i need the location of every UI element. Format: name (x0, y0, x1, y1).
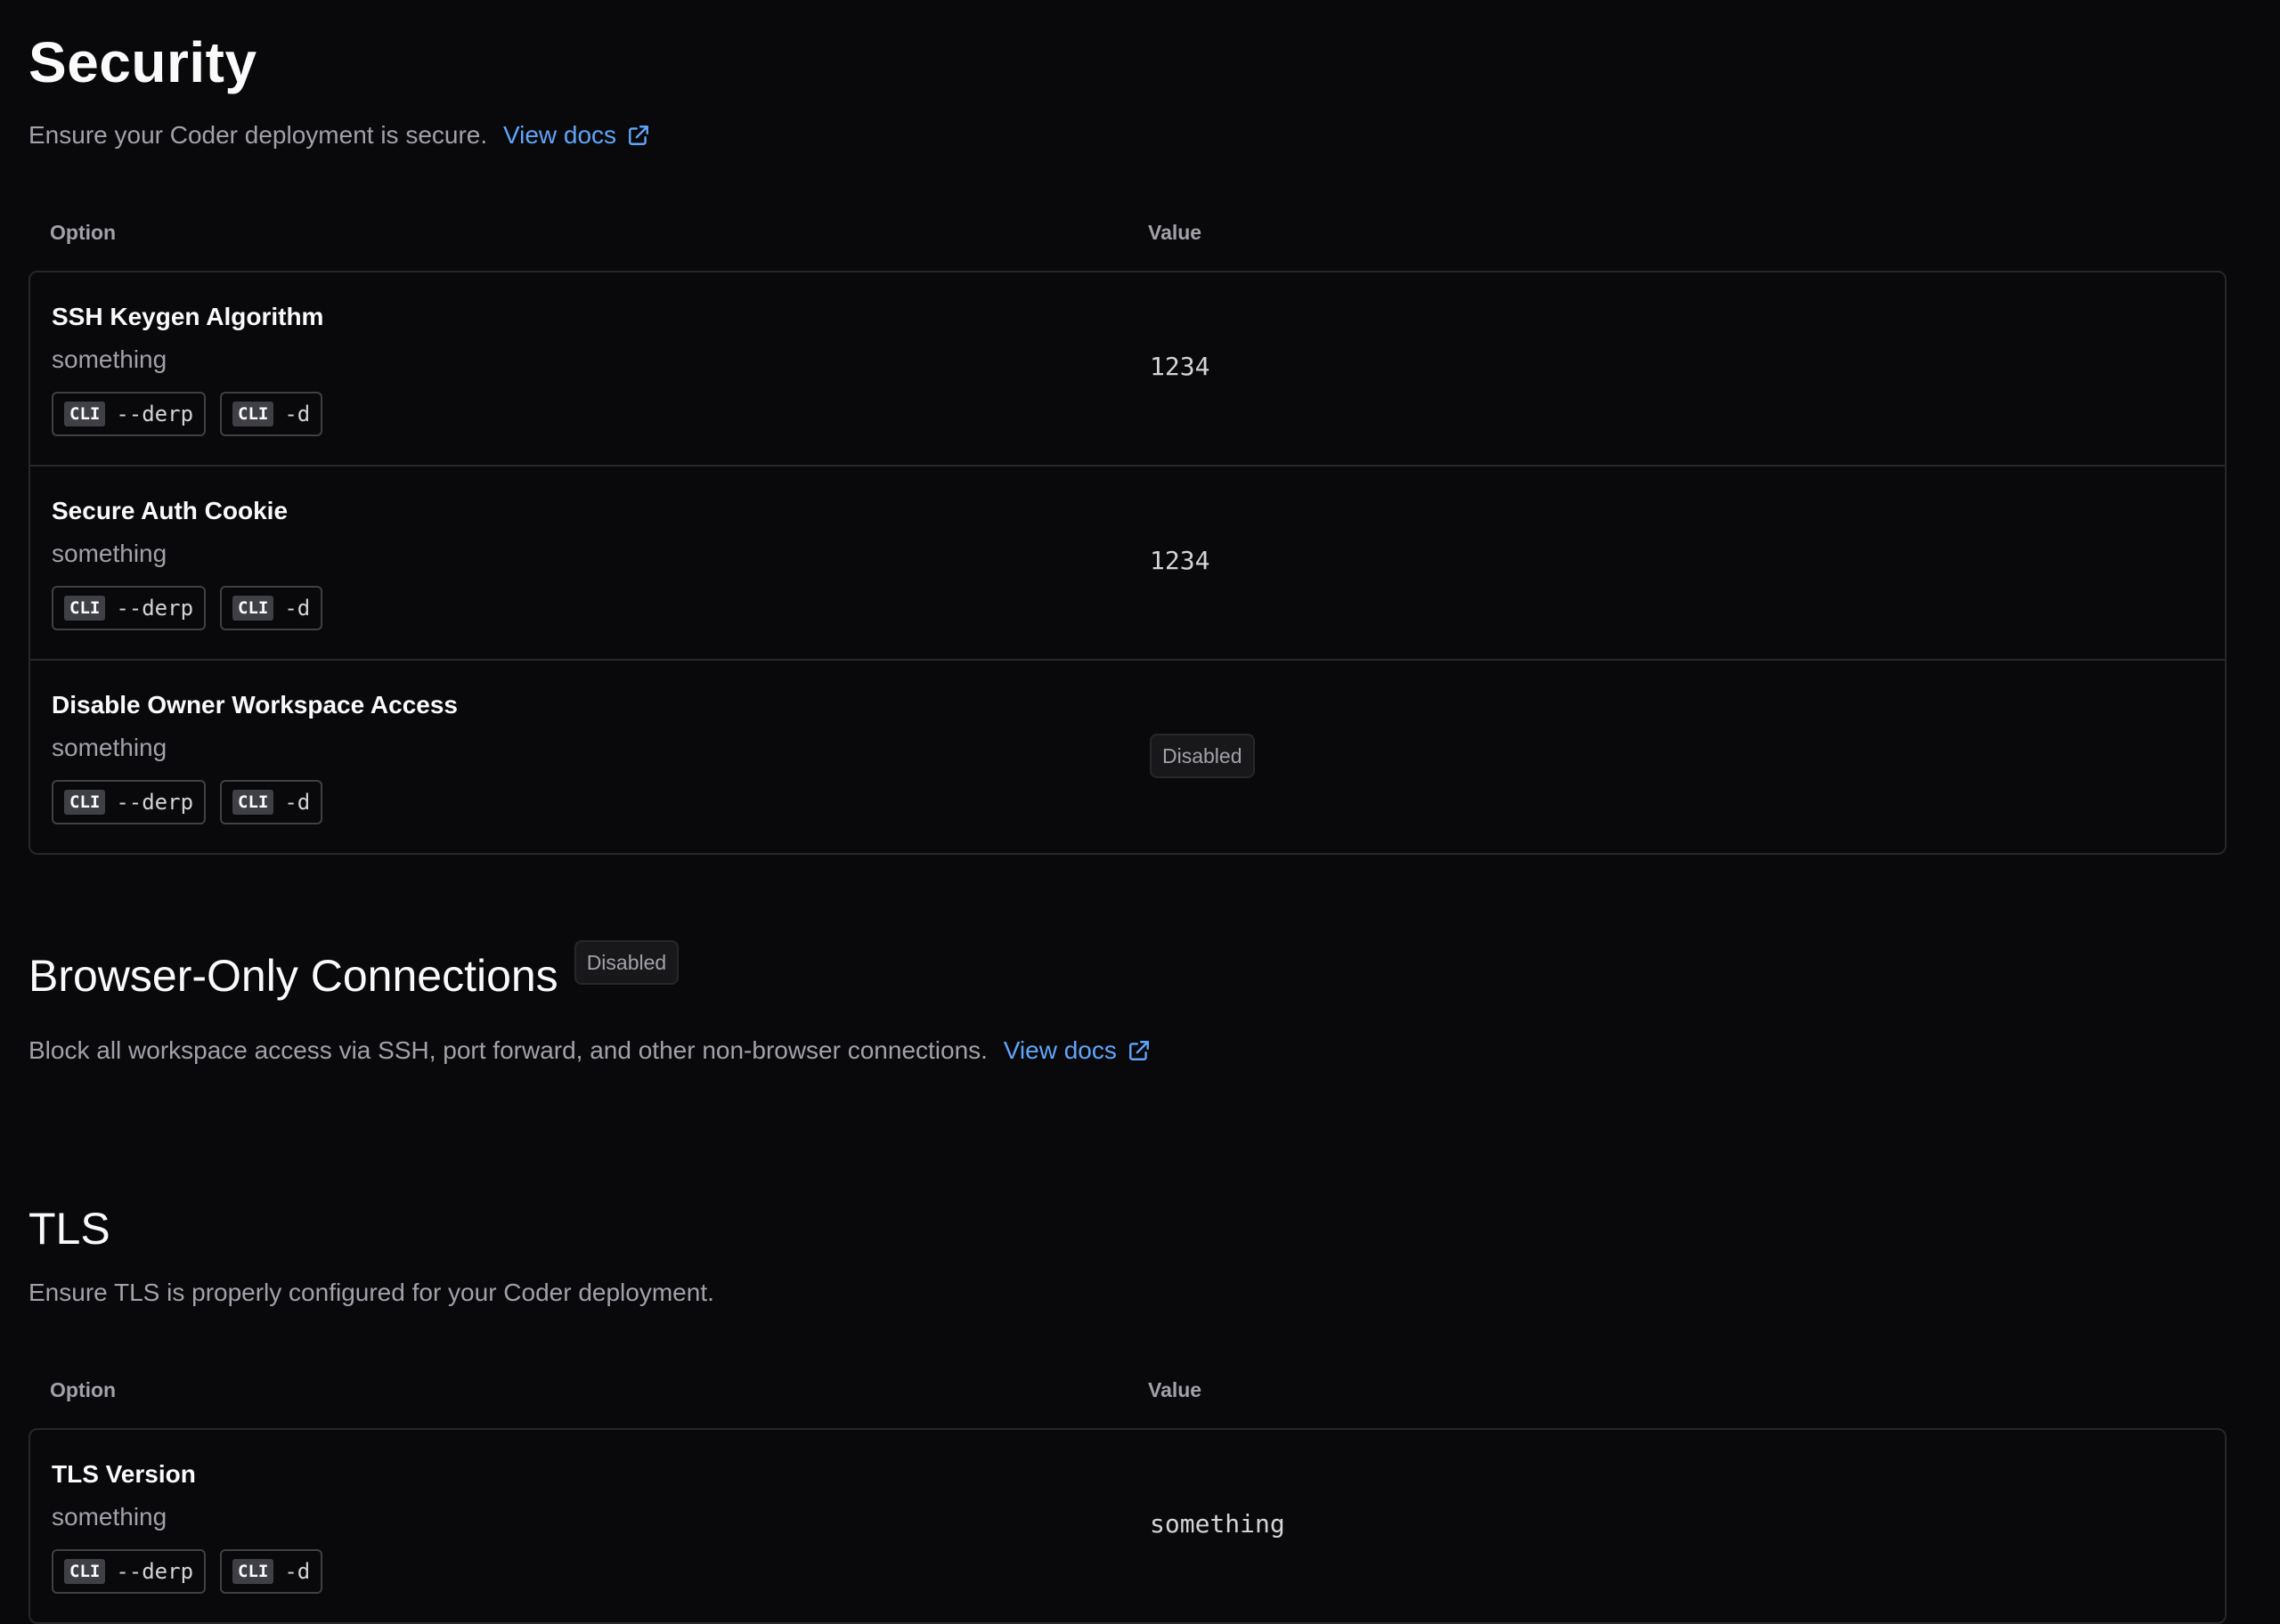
cli-tag: CLI (64, 596, 106, 621)
cli-flag: CLI -d (220, 392, 323, 436)
table-row: TLS Version something CLI --derp CLI -d … (30, 1430, 2225, 1622)
option-value: 1234 (1150, 546, 1210, 575)
option-flags: CLI --derp CLI -d (52, 392, 323, 436)
flag-name: --derp (116, 402, 194, 426)
option-value: 1234 (1150, 352, 1210, 381)
tls-table-header: Option Value (28, 1378, 2225, 1414)
flag-name: -d (284, 596, 311, 621)
cli-flag: CLI -d (220, 780, 323, 824)
browser-only-title: Browser-Only Connections (28, 951, 558, 1001)
cli-tag: CLI (64, 790, 106, 815)
tls-title: TLS (28, 1204, 110, 1254)
option-flags: CLI --derp CLI -d (52, 780, 323, 824)
option-title: TLS Version (52, 1460, 196, 1488)
cli-flag: CLI --derp (52, 780, 207, 824)
option-description: something (52, 345, 167, 373)
security-table-header: Option Value (28, 221, 2225, 256)
option-column-header: Option (50, 1378, 117, 1401)
security-view-docs-link[interactable]: View docs (503, 118, 650, 153)
table-row: SSH Keygen Algorithm something CLI --der… (30, 272, 2225, 467)
external-link-icon (1128, 1041, 1149, 1060)
cli-flag: CLI -d (220, 1549, 323, 1594)
security-options-table: SSH Keygen Algorithm something CLI --der… (28, 271, 2227, 855)
browser-only-header: Browser-Only Connections Disabled (28, 940, 680, 1003)
cli-flag: CLI --derp (52, 586, 207, 630)
cli-flag: CLI --derp (52, 392, 207, 436)
security-description: Ensure your Coder deployment is secure. … (28, 118, 650, 153)
cli-tag: CLI (232, 402, 274, 426)
flag-name: -d (284, 790, 311, 815)
disabled-badge: Disabled (1150, 734, 1255, 778)
flag-name: --derp (116, 790, 194, 815)
security-view-docs-label: View docs (502, 121, 617, 149)
option-flags: CLI --derp CLI -d (52, 1549, 323, 1594)
option-description: something (52, 540, 167, 567)
security-title: Security (28, 30, 257, 94)
browser-only-description-text: Block all workspace access via SSH, port… (28, 1036, 988, 1064)
value-column-header: Value (1148, 221, 1202, 244)
flag-name: --derp (116, 596, 194, 621)
option-column-header: Option (50, 221, 117, 244)
cli-tag: CLI (232, 1559, 274, 1584)
flag-name: -d (284, 402, 311, 426)
option-title: SSH Keygen Algorithm (52, 303, 324, 330)
flag-name: -d (284, 1559, 311, 1584)
cli-tag: CLI (232, 596, 274, 621)
tls-options-table: TLS Version something CLI --derp CLI -d … (28, 1428, 2227, 1624)
security-description-text: Ensure your Coder deployment is secure. (28, 121, 488, 149)
option-title: Secure Auth Cookie (52, 497, 289, 524)
table-row: Secure Auth Cookie something CLI --derp … (30, 467, 2225, 661)
browser-only-view-docs-label: View docs (1003, 1036, 1117, 1064)
cli-tag: CLI (64, 1559, 106, 1584)
option-value: something (1150, 1509, 1285, 1539)
option-flags: CLI --derp CLI -d (52, 586, 323, 630)
cli-tag: CLI (64, 402, 106, 426)
tls-description: Ensure TLS is properly configured for yo… (28, 1279, 714, 1306)
external-link-icon (629, 126, 648, 145)
option-value: Disabled (1150, 734, 1255, 778)
option-description: something (52, 734, 167, 761)
cli-tag: CLI (232, 790, 274, 815)
browser-only-view-docs-link[interactable]: View docs (1004, 1033, 1151, 1068)
browser-only-status-badge: Disabled (574, 940, 680, 985)
cli-flag: CLI -d (220, 586, 323, 630)
table-row: Disable Owner Workspace Access something… (30, 661, 2225, 853)
flag-name: --derp (116, 1559, 194, 1584)
value-column-header: Value (1148, 1378, 1202, 1401)
cli-flag: CLI --derp (52, 1549, 207, 1594)
browser-only-description: Block all workspace access via SSH, port… (28, 1033, 1151, 1068)
option-title: Disable Owner Workspace Access (52, 691, 458, 719)
option-description: something (52, 1503, 167, 1531)
